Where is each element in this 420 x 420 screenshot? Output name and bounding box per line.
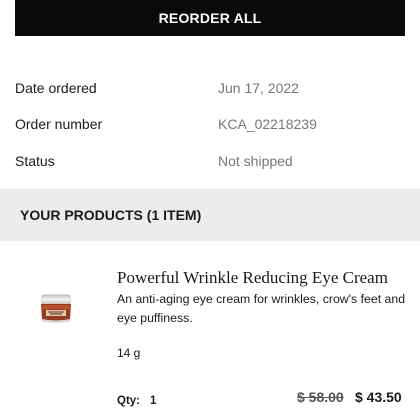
status-value: Not shipped	[218, 153, 293, 169]
status-row: Status Not shipped	[15, 151, 405, 171]
qty-value: 1	[150, 395, 157, 407]
products-section-header: YOUR PRODUCTS (1 ITEM)	[0, 189, 420, 241]
qty-label: Qty:	[117, 395, 140, 407]
status-label: Status	[15, 153, 55, 169]
product-size: 14 g	[117, 346, 141, 360]
products-header-title: YOUR PRODUCTS (1 ITEM)	[20, 207, 202, 223]
order-number-row: Order number KCA_02218239	[15, 114, 405, 134]
eye-cream-jar-icon[interactable]	[34, 287, 78, 327]
order-number-value: KCA_02218239	[218, 116, 317, 132]
date-ordered-value: Jun 17, 2022	[218, 80, 299, 96]
product-description: An anti-aging eye cream for wrinkles, cr…	[117, 292, 406, 325]
sale-price: $ 43.50	[355, 389, 402, 405]
product-name[interactable]: Powerful Wrinkle Reducing Eye Cream	[117, 268, 388, 288]
quantity: Qty: 1	[117, 395, 156, 407]
original-price: $ 58.00	[297, 389, 344, 405]
date-ordered-row: Date ordered Jun 17, 2022	[15, 78, 405, 98]
date-ordered-label: Date ordered	[15, 80, 97, 96]
order-number-label: Order number	[15, 116, 103, 132]
reorder-all-button[interactable]: REORDER ALL	[15, 0, 405, 36]
